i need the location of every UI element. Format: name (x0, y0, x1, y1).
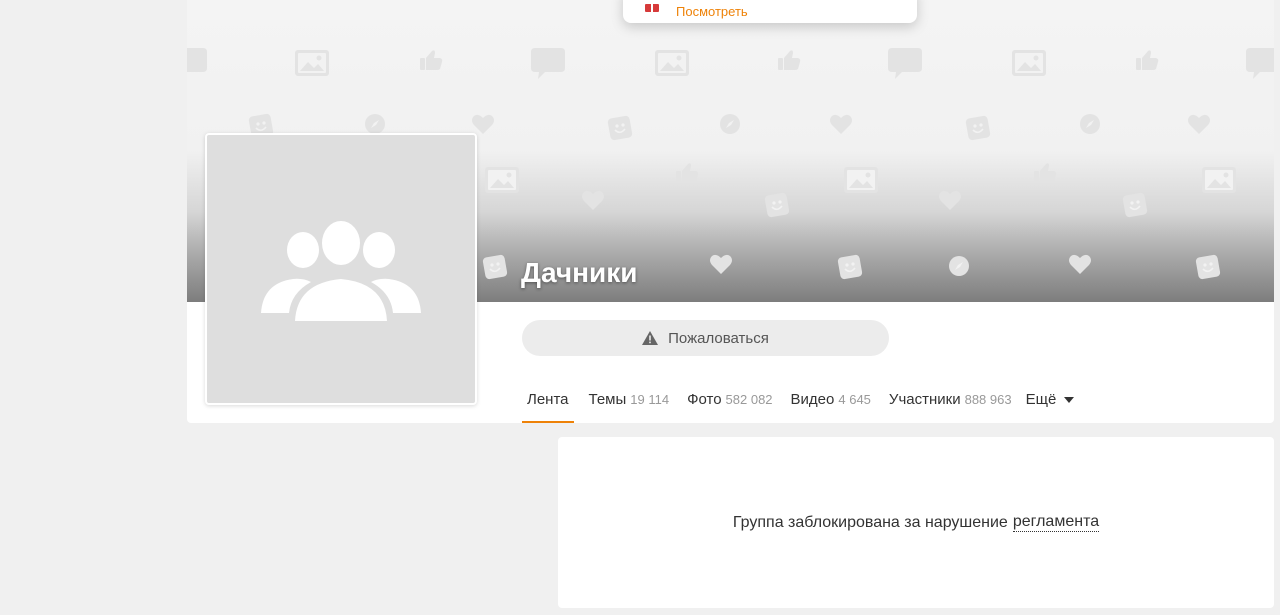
complain-button[interactable]: Пожаловаться (522, 320, 889, 356)
warning-icon (642, 331, 659, 345)
tab-label: Лента (527, 391, 569, 408)
notification-popup: Посмотреть (623, 0, 917, 23)
group-avatar[interactable] (205, 133, 477, 405)
gift-icon (645, 4, 659, 12)
tab-photos[interactable]: Фото 582 082 (678, 376, 781, 423)
tab-label: Фото (687, 391, 722, 408)
tab-count: 888 963 (964, 392, 1012, 407)
tab-label: Видео (790, 391, 835, 408)
tab-members[interactable]: Участники 888 963 (880, 376, 1021, 423)
rules-link[interactable]: регламента (1012, 513, 1100, 532)
tab-label: Участники (888, 391, 961, 408)
tab-label: Ещё (1025, 391, 1057, 408)
blocked-text: Группа заблокирована за нарушение (732, 513, 1008, 531)
tab-videos[interactable]: Видео 4 645 (782, 376, 880, 423)
tab-count: 4 645 (838, 392, 871, 407)
caret-down-icon (1064, 396, 1075, 403)
group-placeholder-icon (261, 221, 421, 321)
tab-count: 19 114 (630, 392, 670, 407)
group-name: Дачники (521, 257, 638, 288)
tab-more[interactable]: Ещё (1021, 376, 1084, 423)
tab-topics[interactable]: Темы 19 114 (580, 376, 679, 423)
blocked-notice: Группа заблокирована за нарушение реглам… (558, 437, 1274, 608)
tab-feed[interactable]: Лента (522, 376, 574, 423)
view-link[interactable]: Посмотреть (676, 5, 748, 19)
complain-label: Пожаловаться (668, 329, 769, 347)
tab-count: 582 082 (725, 392, 773, 407)
group-tabs: Лента Темы 19 114 Фото 582 082 Видео 4 6… (522, 376, 1083, 423)
tab-label: Темы (588, 391, 627, 408)
